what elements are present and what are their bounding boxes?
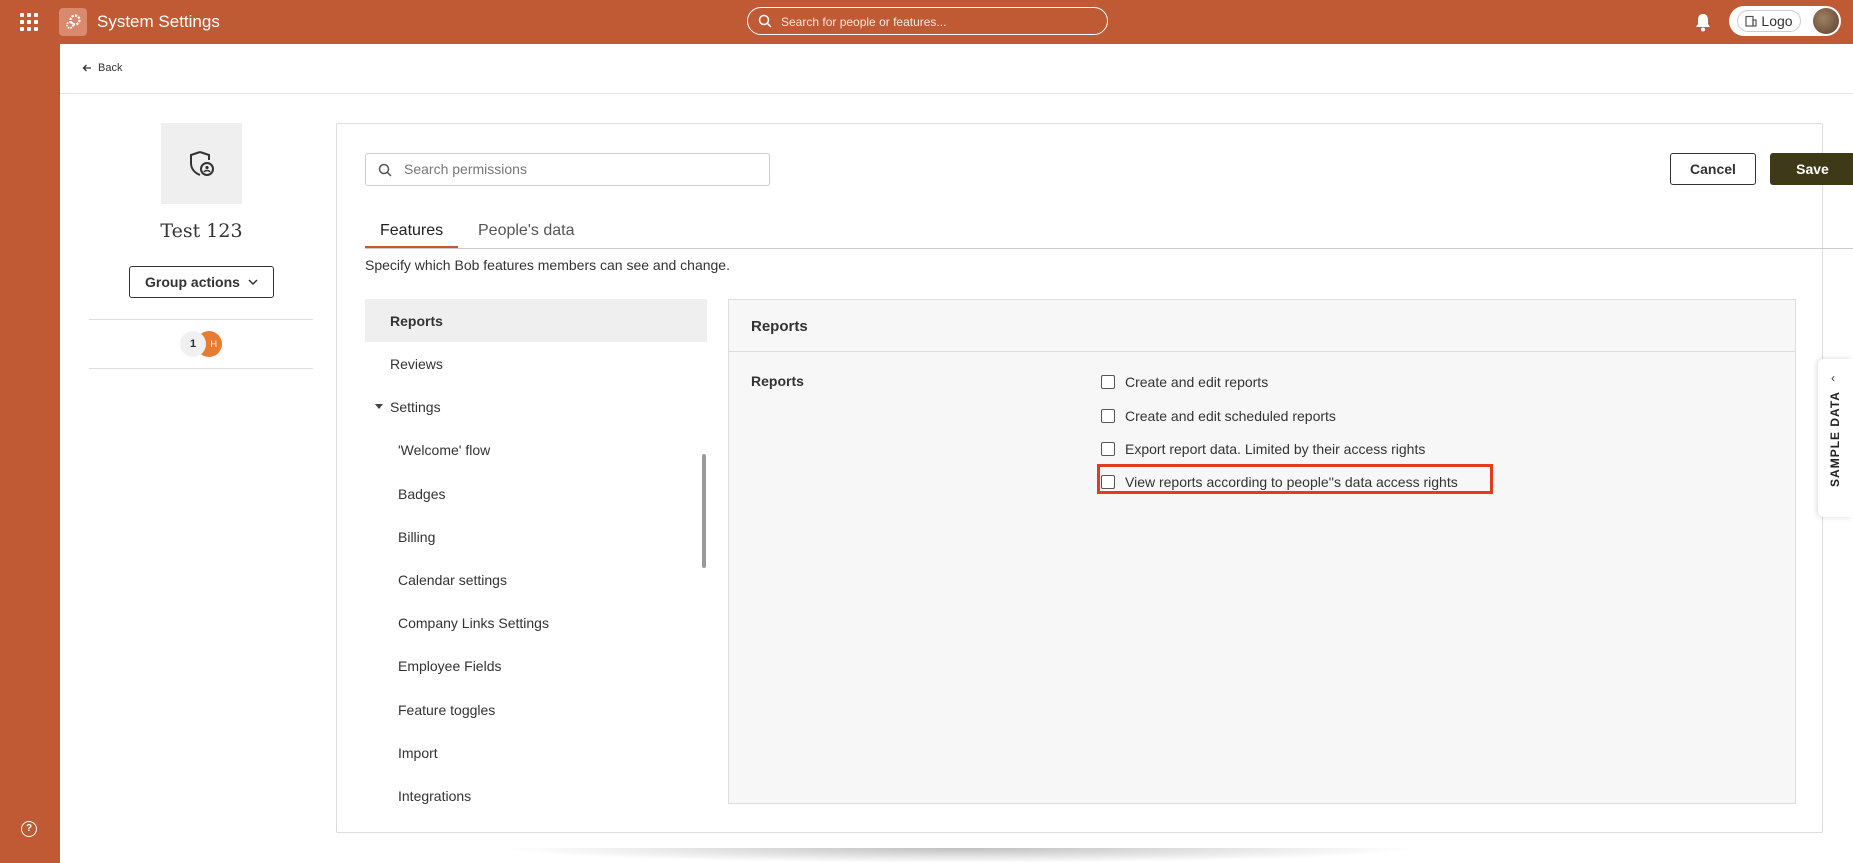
company-switcher: Logo (1729, 6, 1841, 36)
group-actions-button[interactable]: Group actions (129, 266, 274, 298)
group-avatar (161, 123, 242, 204)
section-label: Reports (751, 373, 804, 389)
group-members[interactable]: 1 H (180, 331, 224, 357)
nav-item-employee-fields[interactable]: Employee Fields (365, 644, 707, 687)
permission-export-report-data[interactable]: Export report data. Limited by their acc… (1101, 440, 1425, 458)
permission-label: Create and edit reports (1125, 374, 1269, 390)
help-icon[interactable]: ? (21, 821, 37, 837)
chevron-left-icon: ‹ (1831, 371, 1835, 385)
global-search-input[interactable]: Search for people or features... (747, 7, 1108, 35)
nav-item-settings[interactable]: Settings (365, 385, 707, 428)
nav-item-integrations[interactable]: Integrations (365, 774, 707, 804)
nav-item-badges[interactable]: Badges (365, 472, 707, 515)
back-bar: Back (60, 44, 1853, 94)
permissions-panel: Reports Reports Create and edit reports … (728, 299, 1796, 804)
sample-data-tab[interactable]: ‹ SAMPLE DATA (1818, 359, 1853, 517)
permission-create-edit-reports[interactable]: Create and edit reports (1101, 373, 1268, 391)
permission-label: Create and edit scheduled reports (1125, 408, 1336, 424)
save-button[interactable]: Save (1770, 153, 1853, 185)
search-icon (758, 14, 772, 28)
nav-item-import[interactable]: Import (365, 731, 707, 774)
top-bar: System Settings Search for people or fea… (0, 0, 1853, 44)
panel-header: Reports (729, 300, 1795, 352)
nav-item-billing[interactable]: Billing (365, 515, 707, 558)
caret-down-icon (375, 404, 383, 409)
cancel-button[interactable]: Cancel (1670, 153, 1756, 185)
group-actions-label: Group actions (145, 274, 240, 290)
global-search-placeholder: Search for people or features... (781, 15, 947, 29)
nav-item-reviews[interactable]: Reviews (365, 342, 707, 385)
permissions-search (365, 153, 770, 186)
tab-features[interactable]: Features (365, 222, 459, 248)
panel-title: Reports (751, 318, 808, 335)
permissions-search-input[interactable] (404, 161, 754, 177)
back-label: Back (98, 62, 123, 74)
bottom-shadow (500, 848, 1420, 863)
settings-gear-icon (59, 8, 87, 36)
permission-create-edit-scheduled-reports[interactable]: Create and edit scheduled reports (1101, 407, 1336, 425)
apps-grid-icon[interactable] (20, 13, 38, 31)
checkbox[interactable] (1101, 442, 1115, 456)
company-logo-button[interactable]: Logo (1737, 10, 1801, 32)
nav-item-reports[interactable]: Reports (365, 299, 707, 342)
permission-label: Export report data. Limited by their acc… (1125, 441, 1426, 457)
app-title: System Settings (97, 12, 220, 31)
member-count: 1 (180, 331, 206, 357)
shield-user-icon (189, 150, 214, 176)
divider (89, 368, 313, 369)
building-icon (1745, 15, 1758, 27)
bell-icon[interactable] (1694, 12, 1712, 32)
permissions-card: Cancel Save Features People's data Speci… (336, 123, 1853, 833)
nav-item-feature-toggles[interactable]: Feature toggles (365, 688, 707, 731)
tab-description: Specify which Bob features members can s… (365, 257, 730, 273)
arrow-left-icon (82, 64, 91, 72)
sample-data-label: SAMPLE DATA (1828, 391, 1842, 487)
nav-item-label: Settings (390, 398, 441, 415)
nav-item-company-links-settings[interactable]: Company Links Settings (365, 601, 707, 644)
search-icon (378, 163, 392, 177)
checkbox[interactable] (1101, 409, 1115, 423)
nav-item-welcome-flow[interactable]: 'Welcome' flow (365, 428, 707, 471)
nav-item-calendar-settings[interactable]: Calendar settings (365, 558, 707, 601)
tabs: Features People's data (365, 220, 1853, 249)
user-avatar[interactable] (1813, 8, 1839, 34)
company-logo-label: Logo (1761, 13, 1793, 29)
chevron-down-icon (248, 278, 258, 285)
group-name: Test 123 (160, 220, 243, 242)
checkbox[interactable] (1101, 375, 1115, 389)
nav-scrollbar[interactable] (702, 454, 706, 568)
feature-nav: Reports Reviews Settings 'Welcome' flow … (365, 299, 707, 804)
divider (89, 319, 313, 320)
main-content: Back Test 123 Group actions 1 H Cancel S… (60, 44, 1853, 863)
highlight-box (1097, 464, 1493, 494)
back-link[interactable]: Back (82, 62, 122, 74)
tab-peoples-data[interactable]: People's data (478, 222, 574, 246)
